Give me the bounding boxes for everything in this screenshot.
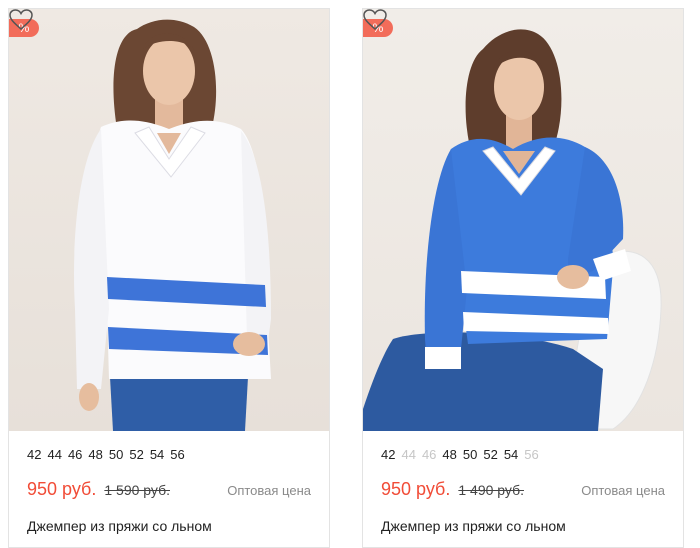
product-card[interactable]: %	[8, 8, 330, 548]
old-price: 1 590 руб.	[104, 482, 170, 498]
size-list: 42 44 46 48 50 52 54 56	[381, 447, 665, 465]
product-title[interactable]: Джемпер из пряжи со льном	[27, 518, 311, 534]
size-option[interactable]: 46	[68, 447, 82, 465]
size-option[interactable]: 52	[483, 447, 497, 465]
current-price: 950 руб.	[27, 479, 97, 499]
price-row: 950 руб. 1 590 руб. Оптовая цена	[27, 479, 311, 500]
wholesale-price-link[interactable]: Оптовая цена	[581, 483, 665, 498]
size-option[interactable]: 50	[463, 447, 477, 465]
size-option-unavailable: 46	[421, 447, 437, 462]
size-option[interactable]: 54	[504, 447, 518, 465]
size-option[interactable]: 42	[381, 447, 395, 465]
size-option-unavailable: 56	[524, 447, 539, 462]
model-wearing-white-jumper	[74, 19, 271, 431]
product-title[interactable]: Джемпер из пряжи со льном	[381, 518, 665, 534]
current-price: 950 руб.	[381, 479, 451, 499]
heart-icon[interactable]	[9, 9, 33, 31]
product-card[interactable]: %	[362, 8, 684, 548]
size-option[interactable]: 48	[88, 447, 102, 465]
product-grid: % 42 44 46 48 50 52 54 56 950 руб. 1 590…	[0, 0, 700, 548]
size-option[interactable]: 50	[109, 447, 123, 465]
model-wearing-blue-jumper	[363, 29, 662, 431]
price-row: 950 руб. 1 490 руб. Оптовая цена	[381, 479, 665, 500]
size-option[interactable]: 48	[442, 447, 456, 465]
size-option[interactable]: 54	[150, 447, 164, 465]
size-option[interactable]: 44	[47, 447, 61, 465]
size-option[interactable]: 56	[170, 447, 184, 465]
product-photo[interactable]: %	[363, 9, 683, 431]
heart-icon[interactable]	[363, 9, 387, 31]
size-list: 42 44 46 48 50 52 54 56	[27, 447, 311, 465]
old-price: 1 490 руб.	[458, 482, 524, 498]
size-option[interactable]: 52	[129, 447, 143, 465]
size-option-unavailable: 44	[401, 447, 416, 462]
size-option[interactable]: 42	[27, 447, 41, 465]
wholesale-price-link[interactable]: Оптовая цена	[227, 483, 311, 498]
product-photo[interactable]: %	[9, 9, 329, 431]
